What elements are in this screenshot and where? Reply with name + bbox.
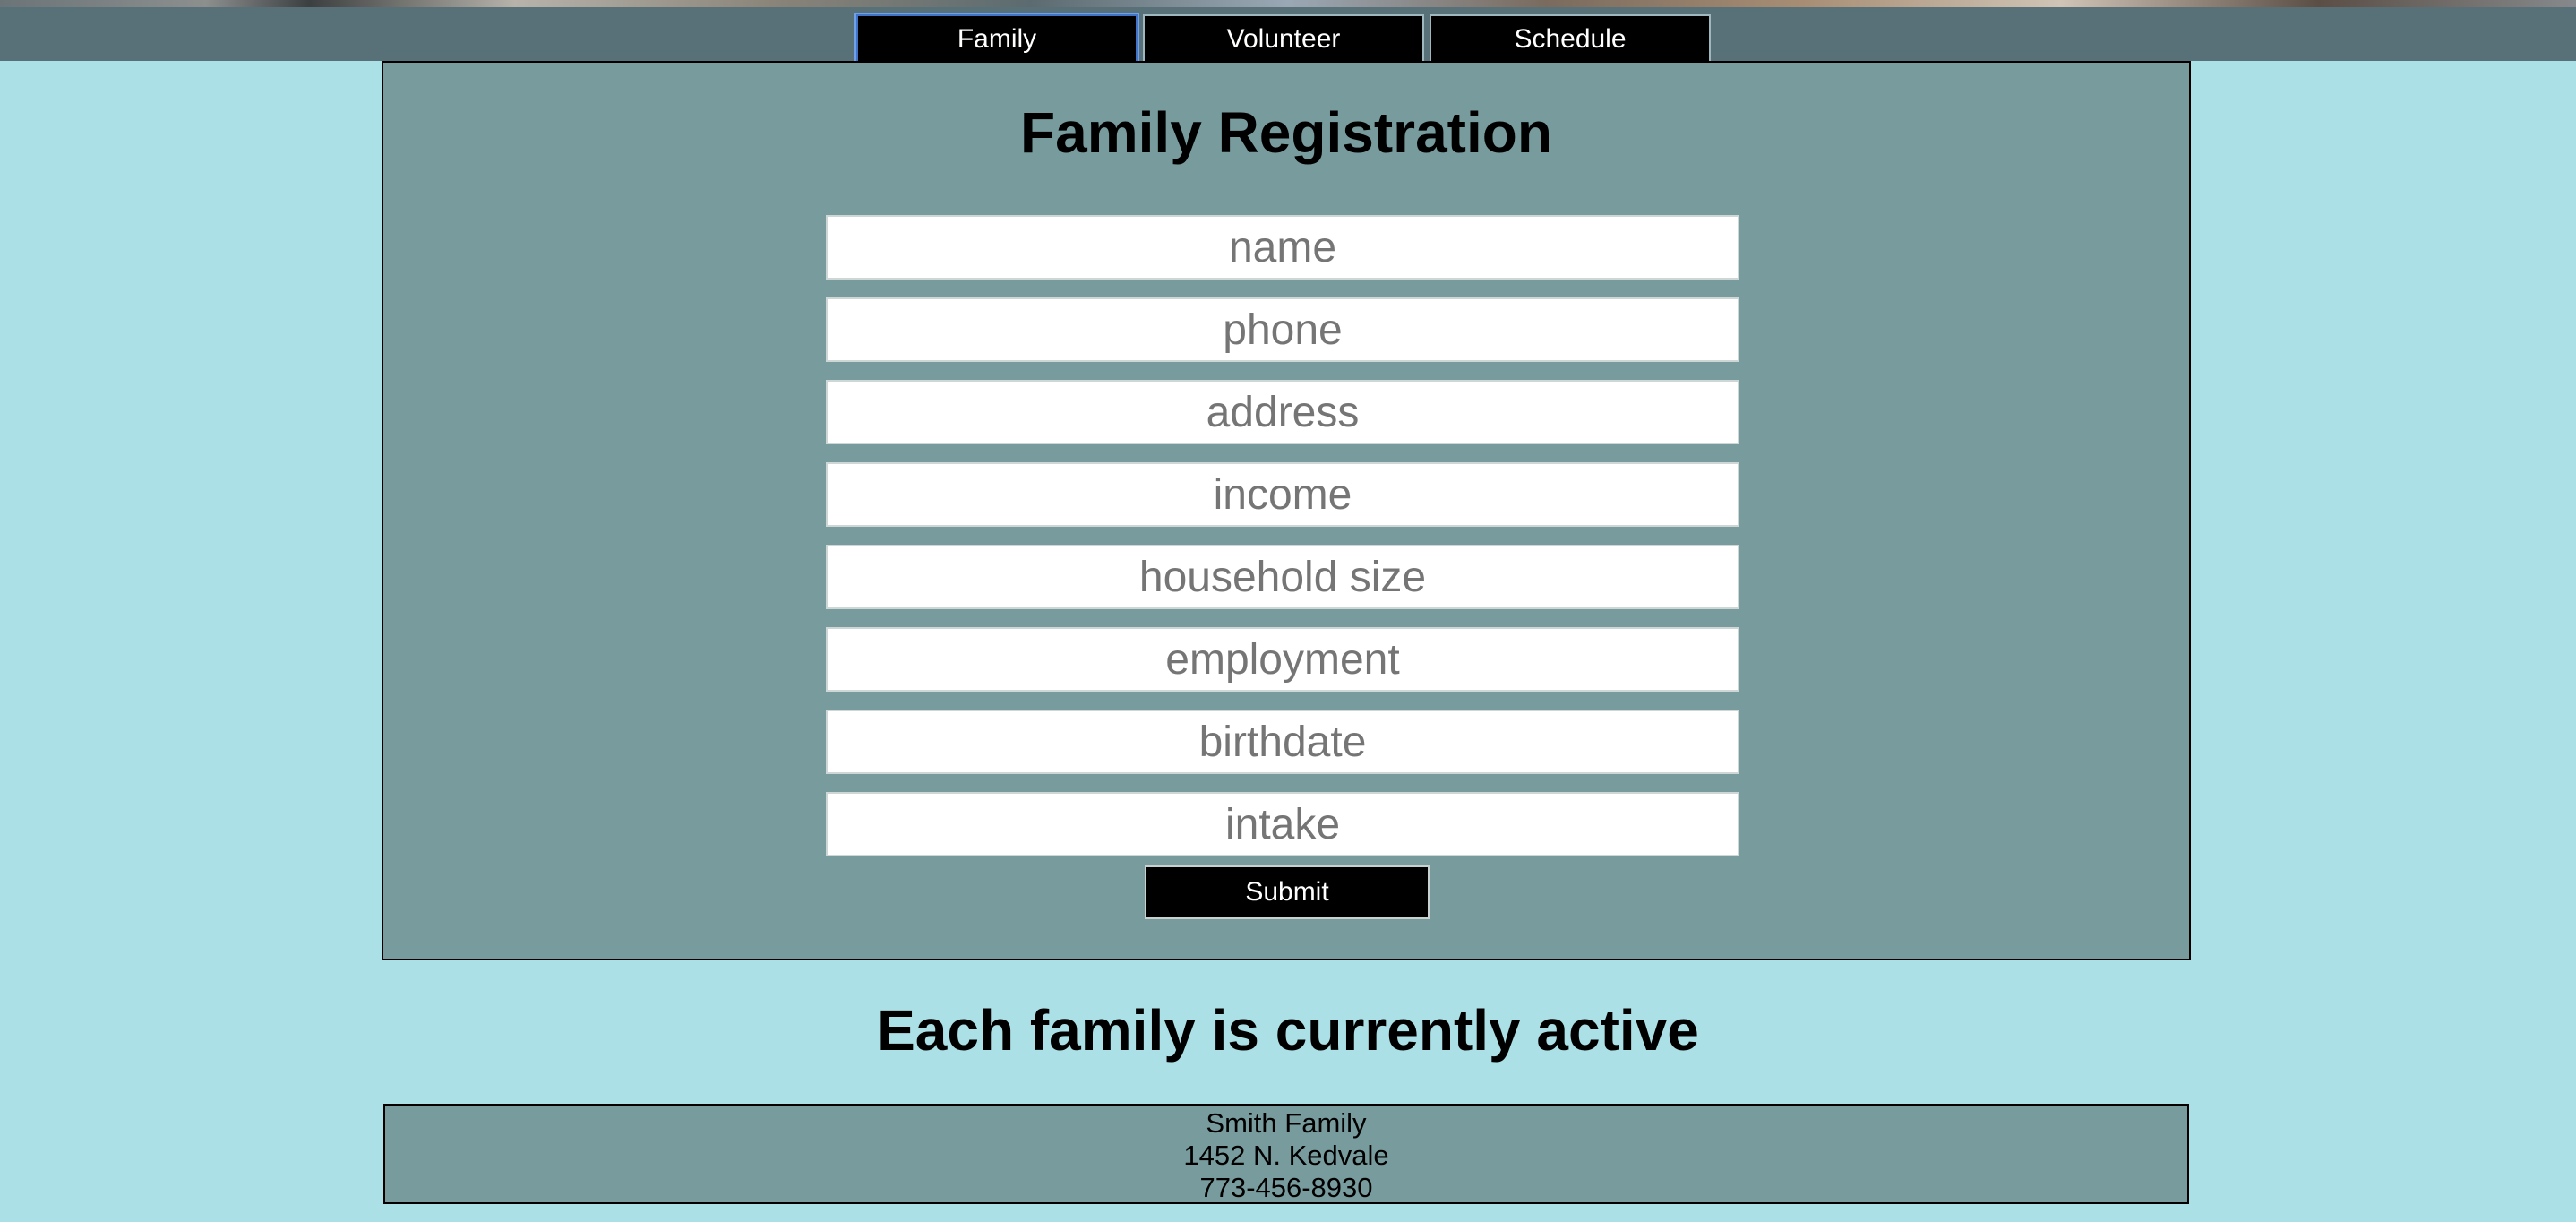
nav-tab-family[interactable]: Family bbox=[856, 14, 1138, 64]
family-address: 1452 N. Kedvale bbox=[1183, 1140, 1389, 1171]
birthdate-input[interactable] bbox=[826, 710, 1739, 774]
income-input[interactable] bbox=[826, 462, 1739, 527]
address-input[interactable] bbox=[826, 380, 1739, 444]
submit-button[interactable]: Submit bbox=[1145, 865, 1430, 919]
family-card: Smith Family 1452 N. Kedvale 773-456-893… bbox=[383, 1104, 2189, 1204]
nav-tab-volunteer[interactable]: Volunteer bbox=[1143, 14, 1424, 64]
family-registration-form: Family Registration Submit bbox=[382, 61, 2191, 960]
intake-input[interactable] bbox=[826, 792, 1739, 856]
family-phone: 773-456-8930 bbox=[1199, 1172, 1373, 1203]
active-families-heading: Each family is currently active bbox=[877, 998, 1699, 1063]
header-banner-image bbox=[0, 0, 2576, 7]
nav-tab-schedule[interactable]: Schedule bbox=[1430, 14, 1711, 64]
name-input[interactable] bbox=[826, 215, 1739, 280]
phone-input[interactable] bbox=[826, 297, 1739, 362]
household-size-input[interactable] bbox=[826, 545, 1739, 609]
employment-input[interactable] bbox=[826, 627, 1739, 692]
family-name: Smith Family bbox=[1206, 1107, 1367, 1139]
form-title: Family Registration bbox=[1020, 100, 1552, 165]
top-nav: Family Volunteer Schedule bbox=[0, 7, 2576, 64]
